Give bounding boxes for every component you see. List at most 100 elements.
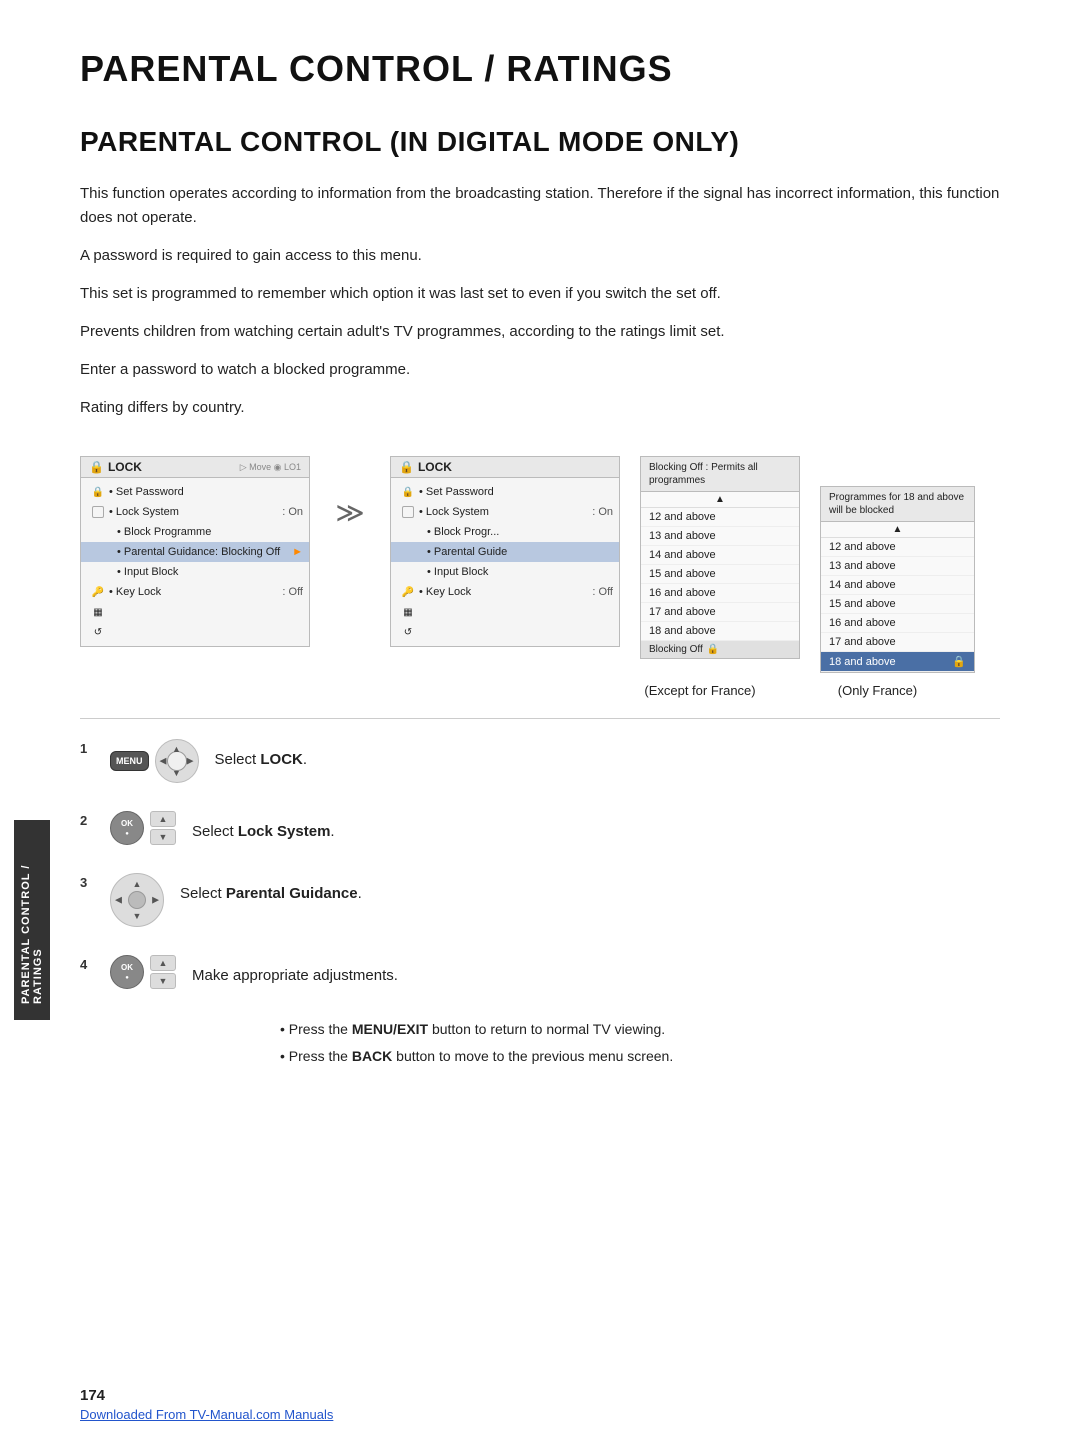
icon-lock-left: 🔒 xyxy=(87,487,109,498)
dropdown-france: Programmes for 18 and above will be bloc… xyxy=(820,486,975,673)
arrow-between: ≫ xyxy=(330,456,370,529)
menu-row-keylock: 🔑 • Key Lock : Off xyxy=(81,582,309,602)
plus-icon-left: ► xyxy=(292,546,303,558)
france-item-17: 17 and above xyxy=(821,633,974,652)
label-parentalguidance: • Parental Guidance: Blocking Off xyxy=(117,546,292,558)
ok-button-step2[interactable]: OK● xyxy=(110,811,144,845)
france-item-12: 12 and above xyxy=(821,538,974,557)
arrow-up-step4[interactable]: ▲ xyxy=(150,955,176,971)
label-keylock-r: • Key Lock xyxy=(419,586,592,598)
label-inputblock: • Input Block xyxy=(117,566,303,578)
menu-box-right-body: 🔒 • Set Password • Lock System : On • Bl… xyxy=(391,478,619,646)
menu-row-parentalguidance: • Parental Guidance: Blocking Off ► xyxy=(81,542,309,562)
menu-row-locksystem-r: • Lock System : On xyxy=(391,502,619,522)
divider xyxy=(80,718,1000,719)
label-setpassword-r: • Set Password xyxy=(419,486,613,498)
step-3-buttons: ▲ ◀ ▶ ▼ xyxy=(110,873,164,927)
arrow-col-step4: ▲ ▼ xyxy=(150,955,176,989)
lock-title-right: 🔒 LOCK xyxy=(399,460,452,474)
menu-row-icons-r2: ↺ xyxy=(391,622,619,642)
footer-note-2: • Press the BACK button to move to the p… xyxy=(280,1046,1000,1067)
icon-grid-right: ▦ xyxy=(397,607,419,618)
arrow-down-step4[interactable]: ▼ xyxy=(150,973,176,989)
lock-title-left: 🔒 LOCK xyxy=(89,460,142,474)
step-4-text: Make appropriate adjustments. xyxy=(192,955,398,988)
lock-icon-selected: 🔒 xyxy=(952,655,966,668)
france-item-14: 14 and above xyxy=(821,576,974,595)
step-1-buttons: MENU ▲ ◀ ▶ ▼ xyxy=(110,739,199,783)
menu-row-inputblock: • Input Block xyxy=(81,562,309,582)
icon-refresh-left: ↺ xyxy=(87,627,109,638)
spacer-menu-right xyxy=(370,683,600,698)
paragraph-6: Rating differs by country. xyxy=(80,396,1000,420)
step-2-text: Select Lock System. xyxy=(192,811,335,844)
label-parentalguide-r: • Parental Guide xyxy=(427,546,613,558)
main-title: PARENTAL CONTROL / RATINGS xyxy=(80,48,1000,90)
menu-row-parentalguide-r: • Parental Guide xyxy=(391,542,619,562)
footer-note-1: • Press the MENU/EXIT button to return t… xyxy=(280,1019,1000,1040)
label-blockprog-r: • Block Progr... xyxy=(427,526,613,538)
screenshot-area: 🔒 LOCK ▷ Move ◉ LO1 🔒 • Set Password • L… xyxy=(80,456,1000,673)
icon-key-right: 🔑 xyxy=(397,587,419,598)
arrow-down-step2[interactable]: ▼ xyxy=(150,829,176,845)
dropdown-item-17: 17 and above xyxy=(641,603,799,622)
nav-circle-step3[interactable]: ▲ ◀ ▶ ▼ xyxy=(110,873,164,927)
arrow-col-step2: ▲ ▼ xyxy=(150,811,176,845)
step-3-row: 3 ▲ ◀ ▶ ▼ Select Parental Guidance. xyxy=(80,873,1000,927)
icon-refresh-right: ↺ xyxy=(397,627,419,638)
dropdown-item-14: 14 and above xyxy=(641,546,799,565)
menu-row-inputblock-r: • Input Block xyxy=(391,562,619,582)
step-1-row: 1 MENU ▲ ◀ ▶ ▼ Select LOCK. xyxy=(80,739,1000,783)
step-4-row: 4 OK● ▲ ▼ Make appropriate adjustments. xyxy=(80,955,1000,989)
arrow-up-step2[interactable]: ▲ xyxy=(150,811,176,827)
ok-button-step4[interactable]: OK● xyxy=(110,955,144,989)
spacer-caption xyxy=(80,683,350,698)
footer-notes: • Press the MENU/EXIT button to return t… xyxy=(80,1019,1000,1067)
paragraph-4: Prevents children from watching certain … xyxy=(80,320,1000,344)
dropdown-except-france: Blocking Off : Permits all programmes ▲ … xyxy=(640,456,800,659)
section-title: PARENTAL CONTROL (IN DIGITAL MODE ONLY) xyxy=(80,126,1000,158)
ok-group-step2: OK● xyxy=(110,811,144,845)
step-2-buttons: OK● ▲ ▼ xyxy=(110,811,176,845)
step-1-number: 1 xyxy=(80,741,94,756)
dropdown-header-except: Blocking Off : Permits all programmes xyxy=(641,457,799,492)
menu-row-setpassword-r: 🔒 • Set Password xyxy=(391,482,619,502)
icon-grid-left: ▦ xyxy=(87,607,109,618)
step-3-text: Select Parental Guidance. xyxy=(180,873,362,906)
icon-blank-r xyxy=(397,506,419,518)
menu-row-icons-left2: ↺ xyxy=(81,622,309,642)
caption-only-france: (Only France) xyxy=(800,683,955,698)
dropdown-item-16: 16 and above xyxy=(641,584,799,603)
step-2-row: 2 OK● ▲ ▼ Select Lock System. xyxy=(80,811,1000,845)
menu-box-left-header: 🔒 LOCK ▷ Move ◉ LO1 xyxy=(81,457,309,478)
page-content: PARENTAL CONTROL / RATINGS PARENTAL CONT… xyxy=(0,0,1080,1133)
nav-circle-step1[interactable]: ▲ ◀ ▶ ▼ xyxy=(155,739,199,783)
menu-box-right: 🔒 LOCK 🔒 • Set Password • Lock System : … xyxy=(390,456,620,647)
step-4-buttons: OK● ▲ ▼ xyxy=(110,955,176,989)
step-2-number: 2 xyxy=(80,813,94,828)
dropdown-footer: Blocking Off 🔒 xyxy=(641,641,799,658)
step-3-number: 3 xyxy=(80,875,94,890)
step-1-text: Select LOCK. xyxy=(215,739,308,772)
menu-row-locksystem: • Lock System : On xyxy=(81,502,309,522)
dropdown-arrow-up-except: ▲ xyxy=(641,492,799,508)
page-number: 174 xyxy=(80,1387,105,1404)
menu-row-blockprogramme: • Block Programme xyxy=(81,522,309,542)
paragraph-2: A password is required to gain access to… xyxy=(80,244,1000,268)
label-locksystem-r: • Lock System xyxy=(419,506,592,518)
label-locksystem: • Lock System xyxy=(109,506,282,518)
menu-box-left-body: 🔒 • Set Password • Lock System : On • Bl… xyxy=(81,478,309,646)
menu-button-step1[interactable]: MENU xyxy=(110,751,149,771)
label-setpassword: • Set Password xyxy=(109,486,303,498)
lock-icon-left: 🔒 xyxy=(89,460,104,474)
paragraph-5: Enter a password to watch a blocked prog… xyxy=(80,358,1000,382)
header-right-left: ▷ Move ◉ LO1 xyxy=(240,462,301,473)
step-4-number: 4 xyxy=(80,957,94,972)
label-blockprogramme: • Block Programme xyxy=(117,526,303,538)
dropdown-item-12: 12 and above xyxy=(641,508,799,527)
value-locksystem: : On xyxy=(282,506,303,518)
sidebar-label: PARENTAL CONTROL / RATINGS xyxy=(14,820,50,1020)
caption-area: (Except for France) (Only France) xyxy=(80,683,1000,698)
download-link[interactable]: Downloaded From TV-Manual.com Manuals xyxy=(80,1407,333,1422)
dropdown-item-15: 15 and above xyxy=(641,565,799,584)
